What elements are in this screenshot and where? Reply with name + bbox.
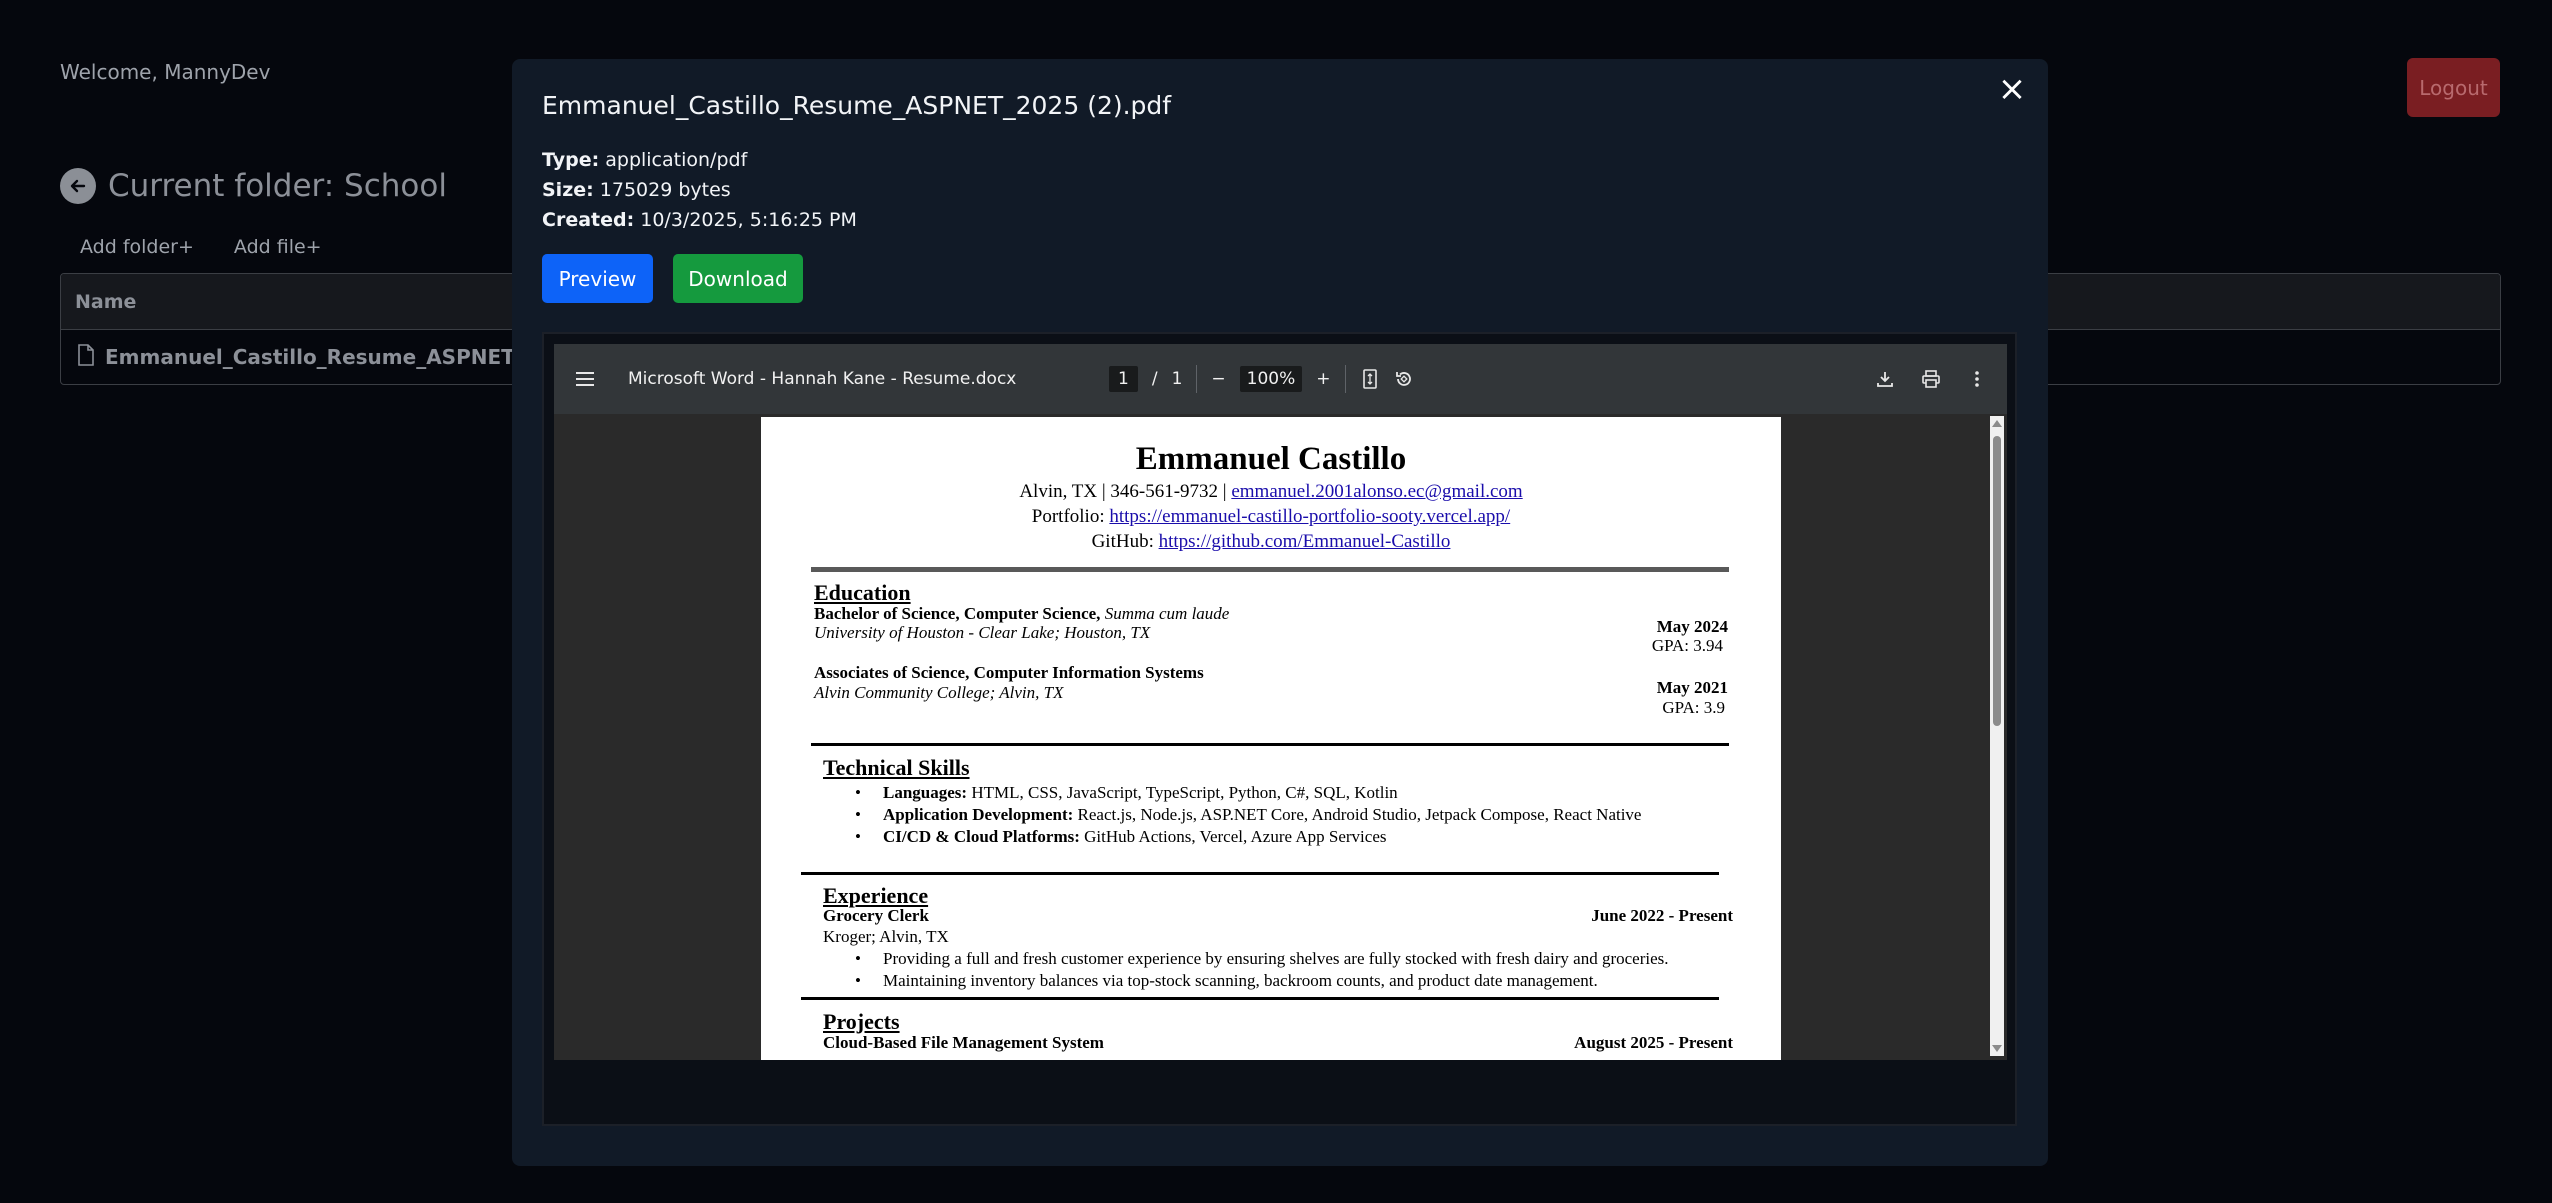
current-folder-title: Current folder: School — [108, 168, 447, 204]
proj1-date: August 2025 - Present — [1574, 1033, 1733, 1052]
pdf-viewer: Microsoft Word - Hannah Kane - Resume.do… — [554, 344, 2007, 1060]
back-arrow-icon[interactable] — [60, 168, 96, 204]
skill3-value: GitHub Actions, Vercel, Azure App Servic… — [1079, 827, 1387, 846]
skill2-label: Application Development: — [883, 805, 1074, 824]
exp1-bullet: Maintaining inventory balances via top-s… — [855, 971, 1598, 991]
meta-size-label: Size: — [542, 179, 594, 201]
resume-name: Emmanuel Castillo — [1135, 441, 1407, 477]
modal-file-title: Emmanuel_Castillo_Resume_ASPNET_2025 (2)… — [542, 91, 1172, 120]
more-options-icon[interactable] — [1967, 369, 1987, 389]
skill2-value: React.js, Node.js, ASP.NET Core, Android… — [1073, 805, 1642, 824]
pdf-doc-title: Microsoft Word - Hannah Kane - Resume.do… — [628, 369, 1017, 389]
add-folder-button[interactable]: Add folder+ — [80, 236, 194, 258]
file-metadata: Type: application/pdf Size: 175029 bytes… — [542, 145, 857, 235]
email-link[interactable]: emmanuel.2001alonso.ec@gmail.com — [1231, 481, 1522, 502]
file-name: Emmanuel_Castillo_Resume_ASPNET_2025 — [105, 345, 581, 369]
zoom-out-button[interactable]: − — [1211, 369, 1225, 389]
exp1-date: June 2022 - Present — [1591, 906, 1733, 925]
pdf-toolbar-right — [1875, 344, 1987, 414]
portfolio-link[interactable]: https://emmanuel-castillo-portfolio-soot… — [1109, 506, 1510, 527]
folder-actions: Add folder+ Add file+ — [80, 236, 322, 258]
resume-portfolio: Portfolio: https://emmanuel-castillo-por… — [761, 506, 1781, 528]
skill-item: CI/CD & Cloud Platforms: GitHub Actions,… — [855, 827, 1387, 847]
scroll-thumb[interactable] — [1993, 436, 2001, 726]
zoom-in-button[interactable]: + — [1316, 369, 1330, 389]
pdf-content-area: Emmanuel Castillo Alvin, TX | 346-561-97… — [554, 414, 2007, 1060]
print-icon[interactable] — [1921, 369, 1941, 389]
meta-created-value: 10/3/2025, 5:16:25 PM — [640, 209, 857, 231]
file-details-modal: × Emmanuel_Castillo_Resume_ASPNET_2025 (… — [512, 59, 2048, 1166]
github-label: GitHub: — [1091, 531, 1159, 552]
contact-text: Alvin, TX | 346-561-9732 | — [1019, 481, 1232, 502]
page-total: 1 — [1171, 369, 1183, 389]
skill-item: Languages: HTML, CSS, JavaScript, TypeSc… — [855, 783, 1398, 803]
skill1-value: HTML, CSS, JavaScript, TypeScript, Pytho… — [967, 783, 1398, 802]
meta-type-value: application/pdf — [605, 149, 748, 171]
toolbar-divider — [1344, 365, 1346, 393]
edu1-degree-line: Bachelor of Science, Computer Science, S… — [814, 604, 1229, 624]
meta-type-label: Type: — [542, 149, 600, 171]
resume-page: Emmanuel Castillo Alvin, TX | 346-561-97… — [761, 417, 1781, 1060]
pdf-toolbar: Microsoft Word - Hannah Kane - Resume.do… — [554, 344, 2007, 414]
education-heading: Education — [814, 580, 911, 605]
add-file-button[interactable]: Add file+ — [234, 236, 322, 258]
section-divider — [811, 567, 1729, 572]
resume-github: GitHub: https://github.com/Emmanuel-Cast… — [761, 531, 1781, 553]
folder-header: Current folder: School — [60, 168, 447, 204]
github-link[interactable]: https://github.com/Emmanuel-Castillo — [1159, 531, 1451, 552]
meta-size: Size: 175029 bytes — [542, 175, 857, 205]
download-button[interactable]: Download — [673, 254, 803, 303]
edu2-gpa: GPA: 3.9 — [1662, 698, 1725, 717]
download-icon[interactable] — [1875, 369, 1895, 389]
edu2-school: Alvin Community College; Alvin, TX — [814, 683, 1064, 702]
pdf-viewer-frame: Microsoft Word - Hannah Kane - Resume.do… — [542, 332, 2017, 1126]
pdf-page-controls: 1 / 1 − 100% + — [1109, 344, 1414, 414]
toolbar-divider — [1196, 365, 1198, 393]
portfolio-label: Portfolio: — [1031, 506, 1110, 527]
section-divider — [801, 872, 1719, 875]
rotate-icon[interactable] — [1394, 369, 1414, 389]
menu-icon[interactable] — [576, 372, 606, 386]
zoom-input[interactable]: 100% — [1239, 366, 1303, 392]
scroll-down-icon[interactable] — [1992, 1045, 2002, 1052]
page-separator: / — [1151, 369, 1158, 389]
pdf-scrollbar[interactable] — [1990, 416, 2004, 1056]
edu1-gpa: GPA: 3.94 — [1651, 636, 1723, 655]
exp1-title: Grocery Clerk — [823, 906, 929, 925]
scroll-up-icon[interactable] — [1992, 420, 2002, 427]
skill1-label: Languages: — [883, 783, 968, 802]
skills-heading: Technical Skills — [823, 755, 970, 780]
exp1-company: Kroger; Alvin, TX — [823, 927, 949, 946]
page-number-input[interactable]: 1 — [1109, 366, 1138, 392]
meta-type: Type: application/pdf — [542, 145, 857, 175]
fit-page-icon[interactable] — [1360, 369, 1380, 389]
preview-button[interactable]: Preview — [542, 254, 653, 303]
section-divider — [801, 997, 1719, 1000]
section-divider — [811, 743, 1729, 746]
file-icon — [77, 343, 95, 371]
modal-actions: Preview Download — [542, 254, 803, 303]
proj1-title: Cloud-Based File Management System — [823, 1033, 1104, 1052]
skill-item: Application Development: React.js, Node.… — [855, 805, 1642, 825]
edu2-date: May 2021 — [1656, 678, 1728, 697]
edu2-degree: Associates of Science, Computer Informat… — [814, 663, 1204, 682]
close-icon[interactable]: × — [1994, 69, 2030, 109]
edu1-honor: Summa cum laude — [1104, 604, 1230, 623]
logout-button[interactable]: Logout — [2407, 58, 2500, 117]
edu1-school: University of Houston - Clear Lake; Hous… — [814, 623, 1151, 642]
projects-heading: Projects — [823, 1009, 900, 1034]
meta-size-value: 175029 bytes — [599, 179, 731, 201]
edu1-degree: Bachelor of Science, Computer Science, — [814, 604, 1101, 623]
skill3-label: CI/CD & Cloud Platforms: — [883, 827, 1080, 846]
meta-created: Created: 10/3/2025, 5:16:25 PM — [542, 205, 857, 235]
welcome-text: Welcome, MannyDev — [60, 60, 271, 84]
edu1-date: May 2024 — [1656, 617, 1728, 636]
meta-created-label: Created: — [542, 209, 635, 231]
exp1-bullet: Providing a full and fresh customer expe… — [855, 949, 1669, 969]
resume-contact: Alvin, TX | 346-561-9732 | emmanuel.2001… — [761, 481, 1781, 503]
